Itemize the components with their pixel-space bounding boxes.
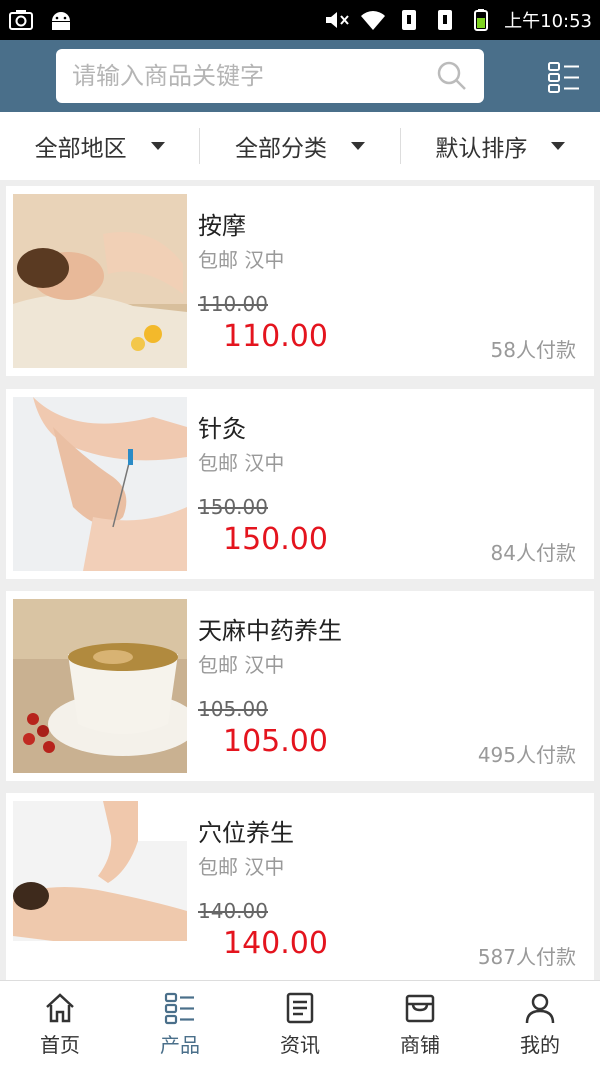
nav-shop-label: 商铺 <box>400 1032 440 1057</box>
wifi-icon <box>361 11 386 30</box>
header-bar <box>0 40 600 112</box>
nav-home-label: 首页 <box>40 1032 80 1057</box>
shop-icon <box>405 994 435 1022</box>
nav-me[interactable]: 我的 <box>480 981 600 1067</box>
product-sold-count: 495人付款 <box>477 743 576 767</box>
product-price: 140.00 <box>223 926 328 961</box>
filter-bar: 全部地区 全部分类 默认排序 <box>0 112 600 180</box>
product-image[interactable] <box>13 599 187 773</box>
product-tags: 包邮 汉中 <box>198 855 285 879</box>
product-image[interactable] <box>13 397 187 571</box>
nav-news-label: 资讯 <box>280 1032 320 1057</box>
search-input[interactable] <box>72 62 436 90</box>
product-title: 穴位养生 <box>198 819 294 847</box>
nav-home[interactable]: 首页 <box>0 981 120 1067</box>
product-image[interactable] <box>13 194 187 368</box>
filter-sort[interactable]: 默认排序 <box>399 128 600 164</box>
product-tags: 包邮 汉中 <box>198 653 285 677</box>
filter-region-label: 全部地区 <box>34 136 127 162</box>
product-title: 按摩 <box>198 212 246 240</box>
category-menu-icon[interactable] <box>547 60 581 94</box>
filter-category[interactable]: 全部分类 <box>199 128 399 164</box>
filter-region[interactable]: 全部地区 <box>0 128 199 164</box>
status-time: 上午10:53 <box>504 11 592 32</box>
product-image[interactable] <box>13 801 187 975</box>
product-price: 110.00 <box>223 319 328 354</box>
chevron-down-icon <box>350 142 365 150</box>
nav-products[interactable]: 产品 <box>120 981 240 1067</box>
product-sold-count: 58人付款 <box>490 338 576 362</box>
chevron-down-icon <box>551 142 566 150</box>
status-bar: 上午10:53 <box>0 0 600 40</box>
filter-sort-label: 默认排序 <box>435 136 528 162</box>
filter-category-label: 全部分类 <box>234 136 327 162</box>
news-icon <box>286 992 314 1023</box>
search-icon[interactable] <box>436 60 468 92</box>
product-original-price: 105.00 <box>198 697 268 721</box>
search-box[interactable] <box>56 49 484 103</box>
product-sold-count: 84人付款 <box>490 541 576 565</box>
product-card[interactable]: 天麻中药养生 包邮 汉中 105.00 105.00 495人付款 <box>6 591 594 781</box>
chevron-down-icon <box>150 142 165 150</box>
product-tags: 包邮 汉中 <box>198 451 285 475</box>
product-original-price: 150.00 <box>198 495 268 519</box>
product-original-price: 140.00 <box>198 899 268 923</box>
product-price: 105.00 <box>223 724 328 759</box>
nav-products-label: 产品 <box>160 1032 200 1057</box>
product-price: 150.00 <box>223 522 328 557</box>
nav-news[interactable]: 资讯 <box>240 981 360 1067</box>
product-sold-count: 587人付款 <box>477 945 576 969</box>
bottom-nav: 首页 产品 资讯 商铺 我的 <box>0 980 600 1067</box>
nav-shop[interactable]: 商铺 <box>360 981 480 1067</box>
battery-icon <box>474 9 489 31</box>
android-icon <box>52 12 70 30</box>
user-icon <box>525 993 555 1023</box>
mute-icon <box>326 12 349 28</box>
sim2-icon <box>438 10 453 30</box>
home-icon <box>46 992 74 1022</box>
product-tags: 包邮 汉中 <box>198 248 285 272</box>
screenshot-icon <box>9 10 33 30</box>
product-card[interactable]: 针灸 包邮 汉中 150.00 150.00 84人付款 <box>6 389 594 579</box>
products-icon <box>164 992 194 1024</box>
product-card[interactable]: 穴位养生 包邮 汉中 140.00 140.00 587人付款 <box>6 793 594 983</box>
nav-me-label: 我的 <box>520 1032 560 1057</box>
product-title: 针灸 <box>198 415 246 443</box>
product-original-price: 110.00 <box>198 292 268 316</box>
product-card[interactable]: 按摩 包邮 汉中 110.00 110.00 58人付款 <box>6 186 594 376</box>
product-title: 天麻中药养生 <box>198 617 342 645</box>
sim1-icon <box>402 10 417 30</box>
